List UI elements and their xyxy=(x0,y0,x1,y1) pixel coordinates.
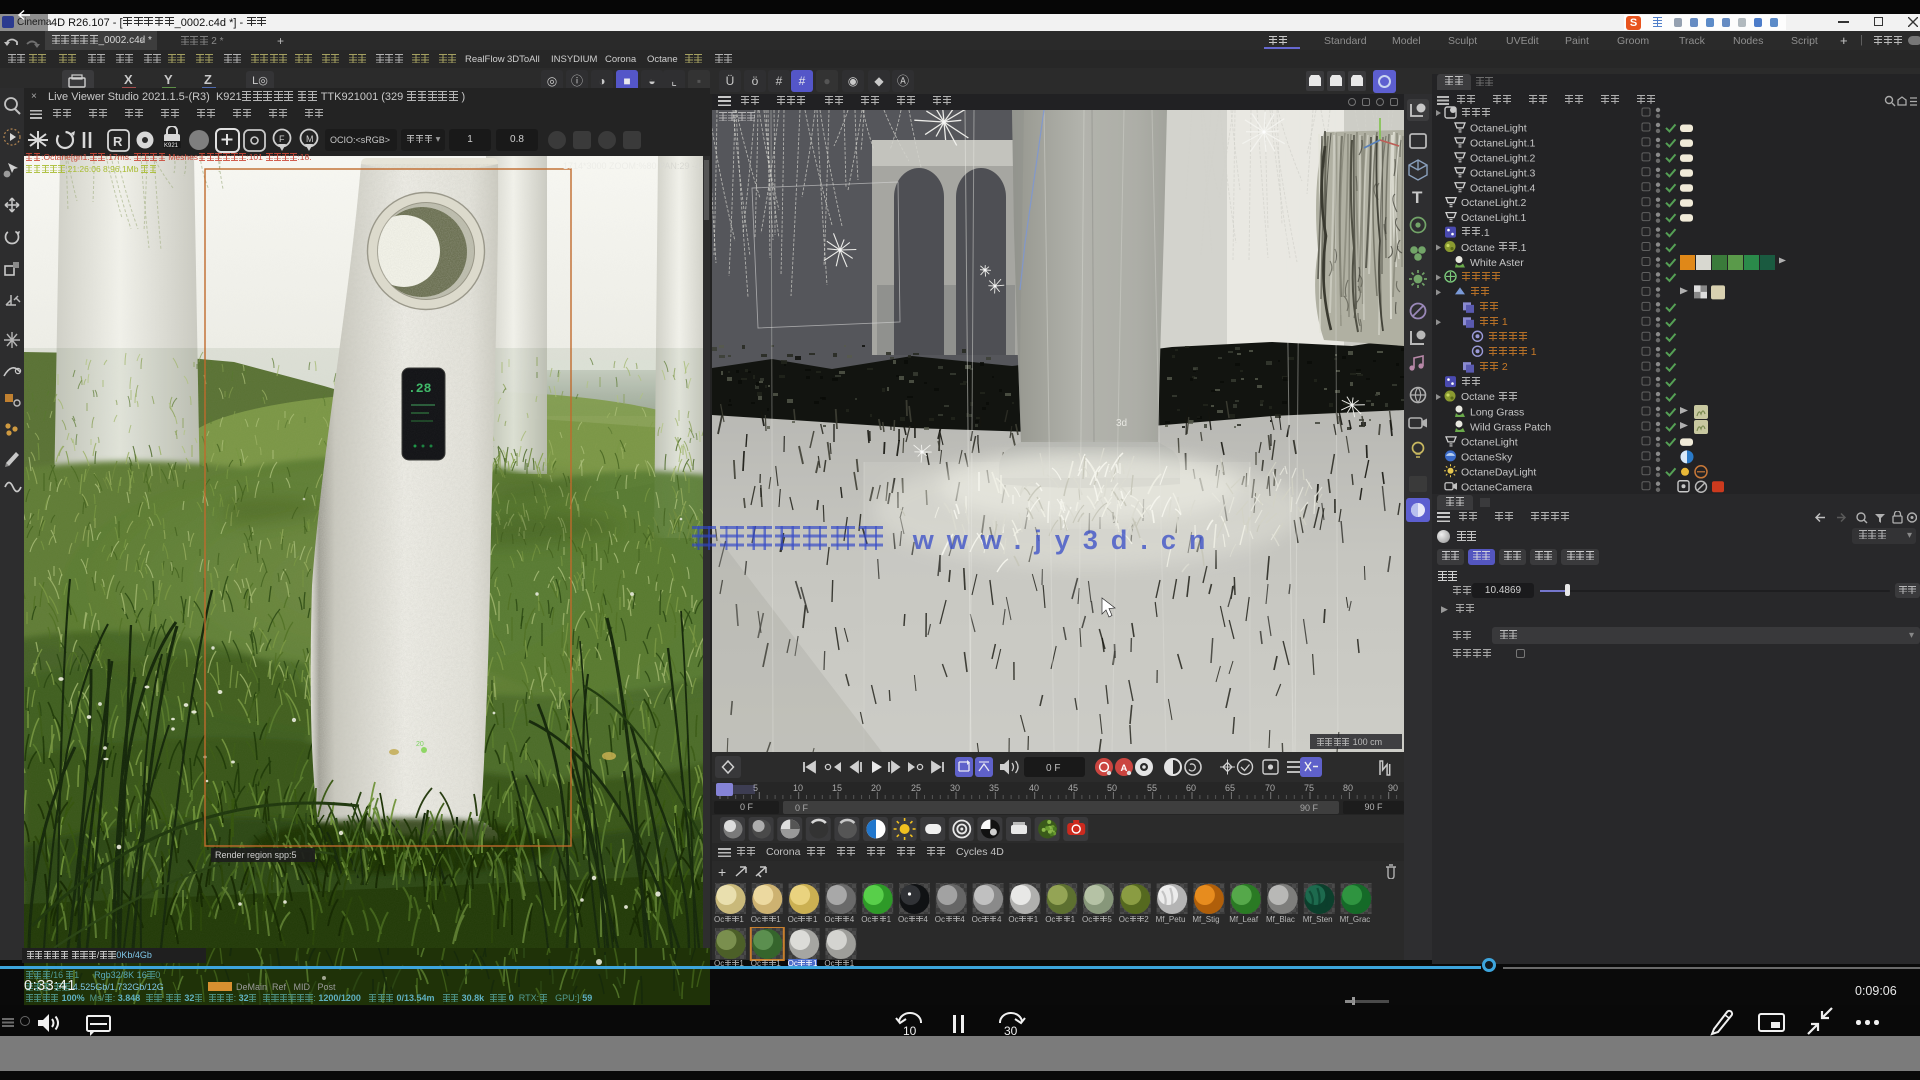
svg-text:20: 20 xyxy=(871,783,881,793)
svg-text:60: 60 xyxy=(1186,783,1196,793)
svg-text:10: 10 xyxy=(903,1024,917,1036)
svg-text:R: R xyxy=(113,134,123,149)
svg-text:80: 80 xyxy=(1343,783,1353,793)
svg-text:30: 30 xyxy=(950,783,960,793)
svg-text:70: 70 xyxy=(1265,783,1275,793)
svg-text:25: 25 xyxy=(911,783,921,793)
svg-text:3d: 3d xyxy=(1116,418,1127,429)
svg-text:T: T xyxy=(1412,188,1423,207)
svg-text:K921: K921 xyxy=(164,143,179,149)
svg-text:15: 15 xyxy=(832,783,842,793)
svg-text:F: F xyxy=(279,134,285,144)
svg-text:90: 90 xyxy=(1388,783,1398,793)
svg-text:45: 45 xyxy=(1068,783,1078,793)
svg-text:A: A xyxy=(1121,763,1128,774)
svg-text:0 F: 0 F xyxy=(1046,763,1060,774)
svg-text:65: 65 xyxy=(1225,783,1235,793)
svg-text:30: 30 xyxy=(1004,1024,1018,1036)
svg-text:35: 35 xyxy=(989,783,999,793)
svg-text:55: 55 xyxy=(1147,783,1157,793)
svg-text:Render region spp:5: Render region spp:5 xyxy=(215,850,297,860)
svg-text:50: 50 xyxy=(1107,783,1117,793)
svg-text:10: 10 xyxy=(793,783,803,793)
svg-text:75: 75 xyxy=(1304,783,1314,793)
svg-text:M: M xyxy=(306,134,314,144)
svg-text:40: 40 xyxy=(1029,783,1039,793)
